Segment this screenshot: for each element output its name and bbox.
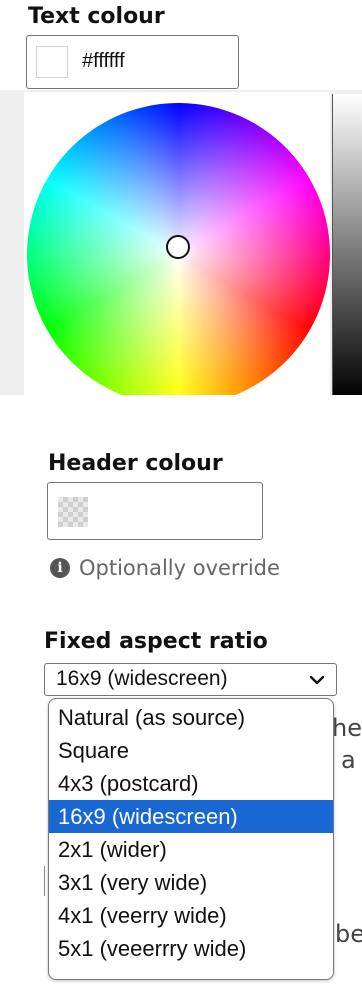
aspect-ratio-label: Fixed aspect ratio bbox=[44, 629, 268, 654]
text-colour-value: #ffffff bbox=[82, 50, 125, 72]
aspect-ratio-select[interactable]: 16x9 (widescreen) bbox=[44, 663, 337, 696]
aspect-ratio-selected-value: 16x9 (widescreen) bbox=[56, 667, 228, 690]
aspect-option-natural[interactable]: Natural (as source) bbox=[49, 701, 333, 734]
aspect-option-5x1[interactable]: 5x1 (veeerrry wide) bbox=[49, 932, 333, 965]
checkerboard-transparent-icon[interactable] bbox=[58, 497, 88, 527]
info-icon: i bbox=[50, 558, 70, 578]
text-colour-swatch[interactable] bbox=[36, 46, 68, 78]
header-colour-field[interactable] bbox=[47, 482, 263, 540]
chevron-down-icon bbox=[309, 675, 325, 685]
header-hint-text: Optionally override bbox=[79, 556, 280, 580]
hidden-text-fragment: a bbox=[341, 746, 356, 774]
aspect-option-2x1[interactable]: 2x1 (wider) bbox=[49, 833, 333, 866]
aspect-option-square[interactable]: Square bbox=[49, 734, 333, 767]
aspect-option-4x3[interactable]: 4x3 (postcard) bbox=[49, 767, 333, 800]
aspect-option-3x1[interactable]: 3x1 (very wide) bbox=[49, 866, 333, 899]
aspect-option-16x9[interactable]: 16x9 (widescreen) bbox=[49, 800, 333, 833]
wheel-cursor-icon[interactable] bbox=[166, 235, 190, 259]
text-colour-label: Text colour bbox=[28, 4, 165, 29]
header-colour-label: Header colour bbox=[48, 451, 223, 476]
text-colour-field[interactable]: #ffffff bbox=[26, 35, 239, 89]
header-colour-hint: i Optionally override bbox=[50, 556, 280, 580]
aspect-ratio-options-list: Natural (as source) Square 4x3 (postcard… bbox=[48, 698, 334, 980]
hidden-text-fragment: be bbox=[335, 920, 362, 948]
hidden-text-fragment: he bbox=[332, 714, 362, 742]
aspect-option-4x1[interactable]: 4x1 (veerry wide) bbox=[49, 899, 333, 932]
lightness-slider[interactable] bbox=[332, 94, 362, 395]
